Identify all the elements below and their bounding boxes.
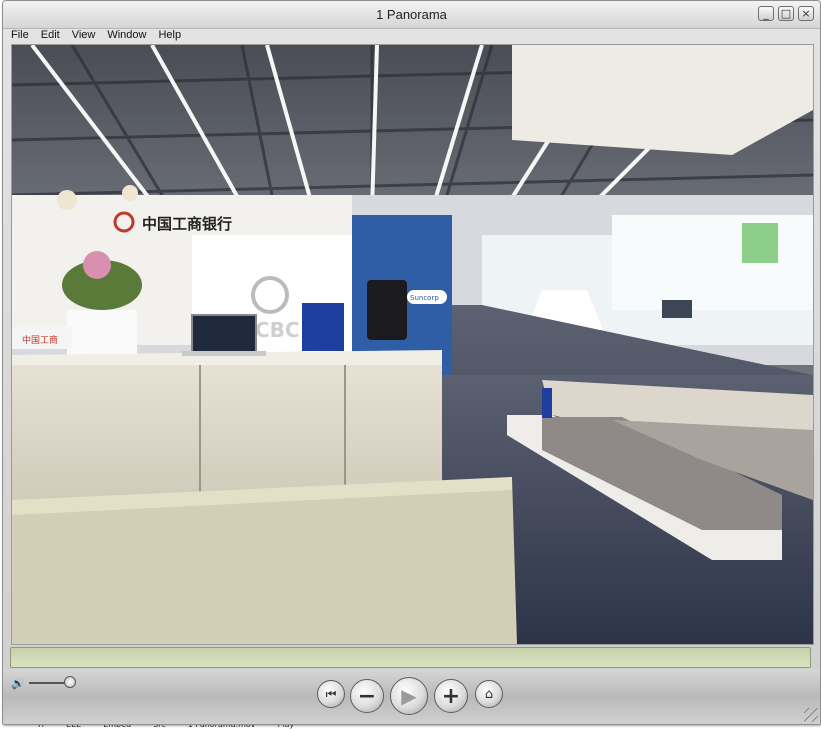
- title-bar[interactable]: 1 Panorama _ □ ×: [3, 1, 820, 29]
- logo-text: CBC: [255, 318, 300, 342]
- menu-bar: File Edit View Window Help: [3, 28, 820, 43]
- volume-slider-knob[interactable]: [64, 676, 76, 688]
- speaker-icon[interactable]: 🔊: [11, 677, 25, 690]
- home-button[interactable]: ⌂: [475, 680, 503, 708]
- panorama-viewport[interactable]: 中国工商银行 Suncorp CBC 中国工商: [11, 44, 814, 645]
- plus-icon: +: [441, 683, 461, 709]
- resize-grip[interactable]: [804, 708, 818, 722]
- window-title: 1 Panorama: [376, 7, 447, 22]
- menu-window[interactable]: Window: [107, 28, 146, 43]
- play-button[interactable]: ▶: [390, 677, 428, 715]
- menu-view[interactable]: View: [72, 28, 96, 43]
- zoom-in-button[interactable]: +: [434, 679, 468, 713]
- counter-sign-text: 中国工商: [22, 334, 58, 346]
- menu-edit[interactable]: Edit: [41, 28, 60, 43]
- minus-icon: −: [357, 683, 377, 709]
- play-icon: ▶: [401, 684, 417, 708]
- home-icon: ⌂: [484, 686, 494, 702]
- go-back-button[interactable]: ⏮: [317, 680, 345, 708]
- status-bar: [10, 647, 811, 668]
- close-button[interactable]: ×: [798, 6, 814, 21]
- bank-sign-text: 中国工商银行: [142, 215, 232, 233]
- skip-back-icon: ⏮: [325, 686, 337, 701]
- maximize-button[interactable]: □: [778, 6, 794, 21]
- menu-help[interactable]: Help: [158, 28, 181, 43]
- menu-file[interactable]: File: [11, 28, 29, 43]
- booth-badge-text: Suncorp: [410, 294, 439, 302]
- zoom-out-button[interactable]: −: [350, 679, 384, 713]
- controller-bar: 🔊 ⏮ − ▶ + ⌂: [3, 669, 820, 724]
- panorama-window: 1 Panorama _ □ × File Edit View Window H…: [2, 0, 821, 725]
- minimize-button[interactable]: _: [758, 6, 774, 21]
- panorama-scene: 中国工商银行 Suncorp CBC 中国工商: [12, 45, 813, 644]
